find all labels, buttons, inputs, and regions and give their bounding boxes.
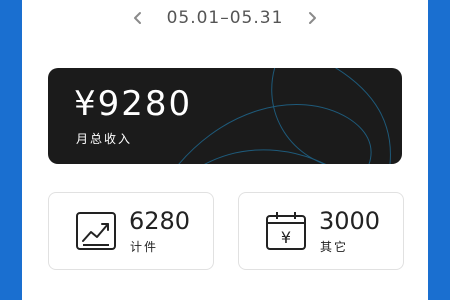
other-label: 其它 [320,240,349,254]
piecework-value: 6280 [129,207,191,235]
calendar-yen-icon: ¥ [266,212,306,250]
income-panel: 05.01–05.31 ¥9280 月总收入 6280 计件 ¥ 3000 其它 [22,0,428,300]
prev-month-button[interactable] [125,7,151,29]
other-value: 3000 [319,207,381,235]
trend-chart-icon [76,212,116,250]
chevron-right-icon [309,12,317,24]
piecework-stat-card[interactable]: 6280 计件 [48,192,214,270]
piecework-label: 计件 [130,240,159,254]
svg-text:¥: ¥ [281,228,291,247]
income-label: 月总收入 [76,132,133,146]
income-amount: ¥9280 [74,84,193,124]
date-navigator: 05.01–05.31 [22,6,428,30]
chevron-left-icon [133,12,141,24]
other-stat-card[interactable]: ¥ 3000 其它 [238,192,404,270]
date-range-label: 05.01–05.31 [166,8,284,28]
next-month-button[interactable] [299,7,325,29]
monthly-income-card: ¥9280 月总收入 [48,68,402,164]
